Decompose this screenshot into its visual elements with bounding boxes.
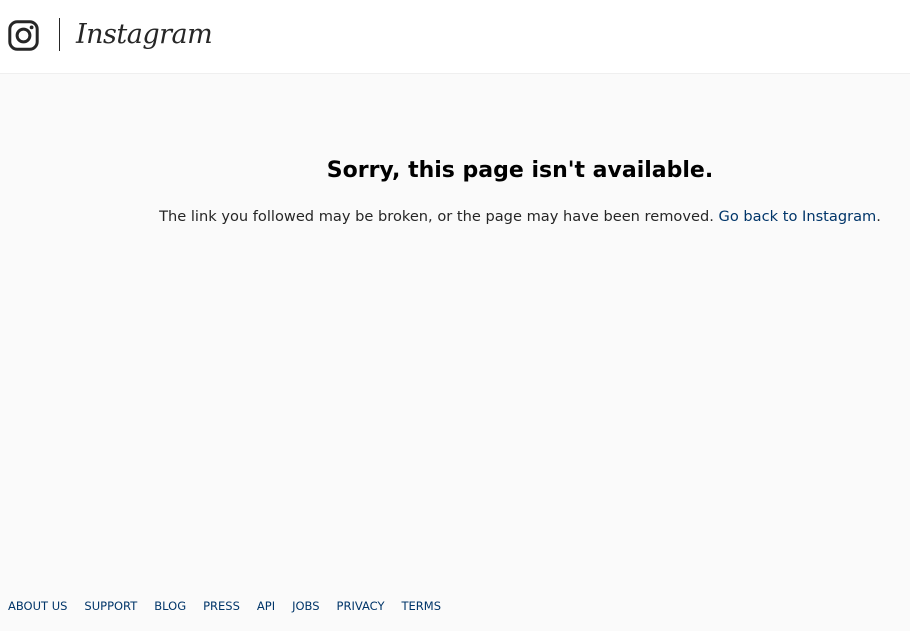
error-message-period: . (876, 208, 881, 225)
top-navigation-bar: Instagram (0, 0, 910, 74)
footer-link-press[interactable]: PRESS (203, 597, 240, 615)
error-content: Sorry, this page isn't available. The li… (0, 75, 910, 555)
error-message: The link you followed may be broken, or … (130, 206, 910, 228)
footer-link-jobs[interactable]: JOBS (292, 597, 319, 615)
instagram-wordmark-logo[interactable]: Instagram (76, 15, 213, 55)
footer-nav: ABOUT US SUPPORT BLOG PRESS API JOBS PRI… (8, 597, 458, 615)
instagram-camera-icon[interactable] (8, 20, 39, 51)
footer-link-api[interactable]: API (257, 597, 275, 615)
error-title: Sorry, this page isn't available. (326, 158, 714, 183)
footer-link-about-us[interactable]: ABOUT US (8, 597, 67, 615)
go-back-link[interactable]: Go back to Instagram (719, 208, 877, 225)
footer-link-blog[interactable]: BLOG (154, 597, 186, 615)
error-message-text: The link you followed may be broken, or … (159, 208, 714, 225)
footer-link-privacy[interactable]: PRIVACY (337, 597, 385, 615)
footer-link-support[interactable]: SUPPORT (84, 597, 137, 615)
logo-divider (59, 18, 60, 51)
footer-link-terms[interactable]: TERMS (402, 597, 442, 615)
